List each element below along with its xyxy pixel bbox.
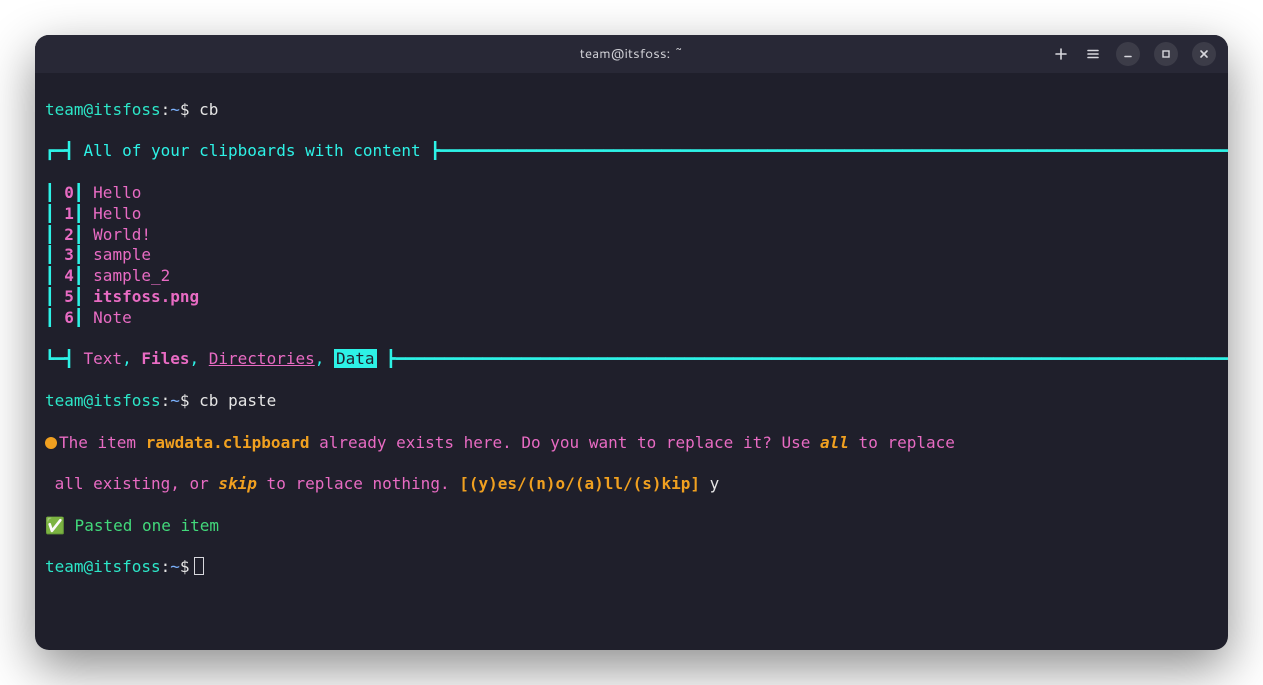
clipboard-row: ┃ 4┃ sample_2 — [41, 266, 1222, 287]
command-2: cb paste — [199, 391, 276, 410]
titlebar-actions — [1052, 42, 1216, 66]
clipboard-label: sample — [93, 245, 151, 264]
prompt-symbol: $ — [180, 100, 190, 119]
footer-files: Files — [141, 349, 189, 368]
replace-filename: rawdata.clipboard — [146, 433, 310, 452]
footer-text: Text — [84, 349, 123, 368]
clipboard-label: Hello — [93, 204, 141, 223]
check-icon: ✅ — [45, 516, 65, 535]
clipboard-index: 1 — [64, 204, 74, 223]
titlebar: team@itsfoss: ~ — [35, 35, 1228, 73]
box-top-border: ┏━┫ All of your clipboards with content … — [41, 141, 1222, 162]
replace-all: all — [820, 433, 849, 452]
replace-line2-mid: to replace nothing. — [257, 474, 459, 493]
clipboard-index: 6 — [64, 308, 74, 327]
terminal-window: team@itsfoss: ~ team@itsfoss:~$ cb ┏━┫ A… — [35, 35, 1228, 650]
prompt-path: ~ — [170, 100, 180, 119]
success-msg: Pasted one item — [65, 516, 219, 535]
clipboard-label: itsfoss.png — [93, 287, 199, 306]
box-header: All of your clipboards with content — [84, 141, 421, 160]
replace-prompt-line-1: The item rawdata.clipboard already exist… — [41, 433, 1222, 454]
replace-answer: y — [700, 474, 719, 493]
prompt-line-3: team@itsfoss:~$ — [41, 557, 1222, 578]
replace-prompt-line-2: all existing, or skip to replace nothing… — [41, 474, 1222, 495]
close-button[interactable] — [1192, 42, 1216, 66]
clipboard-row: ┃ 1┃ Hello — [41, 204, 1222, 225]
prompt-host: itsfoss — [93, 100, 160, 119]
hamburger-menu-button[interactable] — [1084, 42, 1102, 66]
command-1: cb — [199, 100, 218, 119]
clipboard-label: Note — [93, 308, 132, 327]
clipboard-label: sample_2 — [93, 266, 170, 285]
success-line: ✅ Pasted one item — [41, 516, 1222, 537]
clipboard-row: ┃ 0┃ Hello — [41, 183, 1222, 204]
clipboard-row: ┃ 6┃ Note — [41, 308, 1222, 329]
prompt-line-1: team@itsfoss:~$ cb — [41, 100, 1222, 121]
maximize-button[interactable] — [1154, 42, 1178, 66]
footer-data: Data — [334, 349, 377, 368]
minimize-button[interactable] — [1116, 42, 1140, 66]
warning-dot-icon — [45, 437, 57, 449]
clipboard-row: ┃ 2┃ World! — [41, 225, 1222, 246]
replace-line2-pre: all existing, or — [45, 474, 218, 493]
replace-options: [(y)es/(n)o/(a)ll/(s)kip] — [459, 474, 700, 493]
replace-mid1: already exists here. Do you want to repl… — [309, 433, 820, 452]
clipboard-label: Hello — [93, 183, 141, 202]
cursor — [194, 557, 204, 575]
replace-skip: skip — [218, 474, 257, 493]
prompt-user: team — [45, 100, 84, 119]
prompt-line-2: team@itsfoss:~$ cb paste — [41, 391, 1222, 412]
window-title: team@itsfoss: ~ — [580, 45, 683, 63]
clipboard-label: World! — [93, 225, 151, 244]
clipboard-index: 0 — [64, 183, 74, 202]
clipboard-index: 5 — [64, 287, 74, 306]
footer-dirs: Directories — [209, 349, 315, 368]
clipboard-row: ┃ 3┃ sample — [41, 245, 1222, 266]
replace-mid2: to replace — [849, 433, 955, 452]
replace-pre: The item — [59, 433, 146, 452]
terminal-body[interactable]: team@itsfoss:~$ cb ┏━┫ All of your clipb… — [35, 73, 1228, 650]
clipboard-index: 3 — [64, 245, 74, 264]
box-bottom-border: ┗━┫ Text, Files, Directories, Data ┣━━━━… — [41, 349, 1222, 370]
clipboard-row: ┃ 5┃ itsfoss.png — [41, 287, 1222, 308]
clipboard-index: 2 — [64, 225, 74, 244]
clipboard-index: 4 — [64, 266, 74, 285]
new-tab-button[interactable] — [1052, 42, 1070, 66]
